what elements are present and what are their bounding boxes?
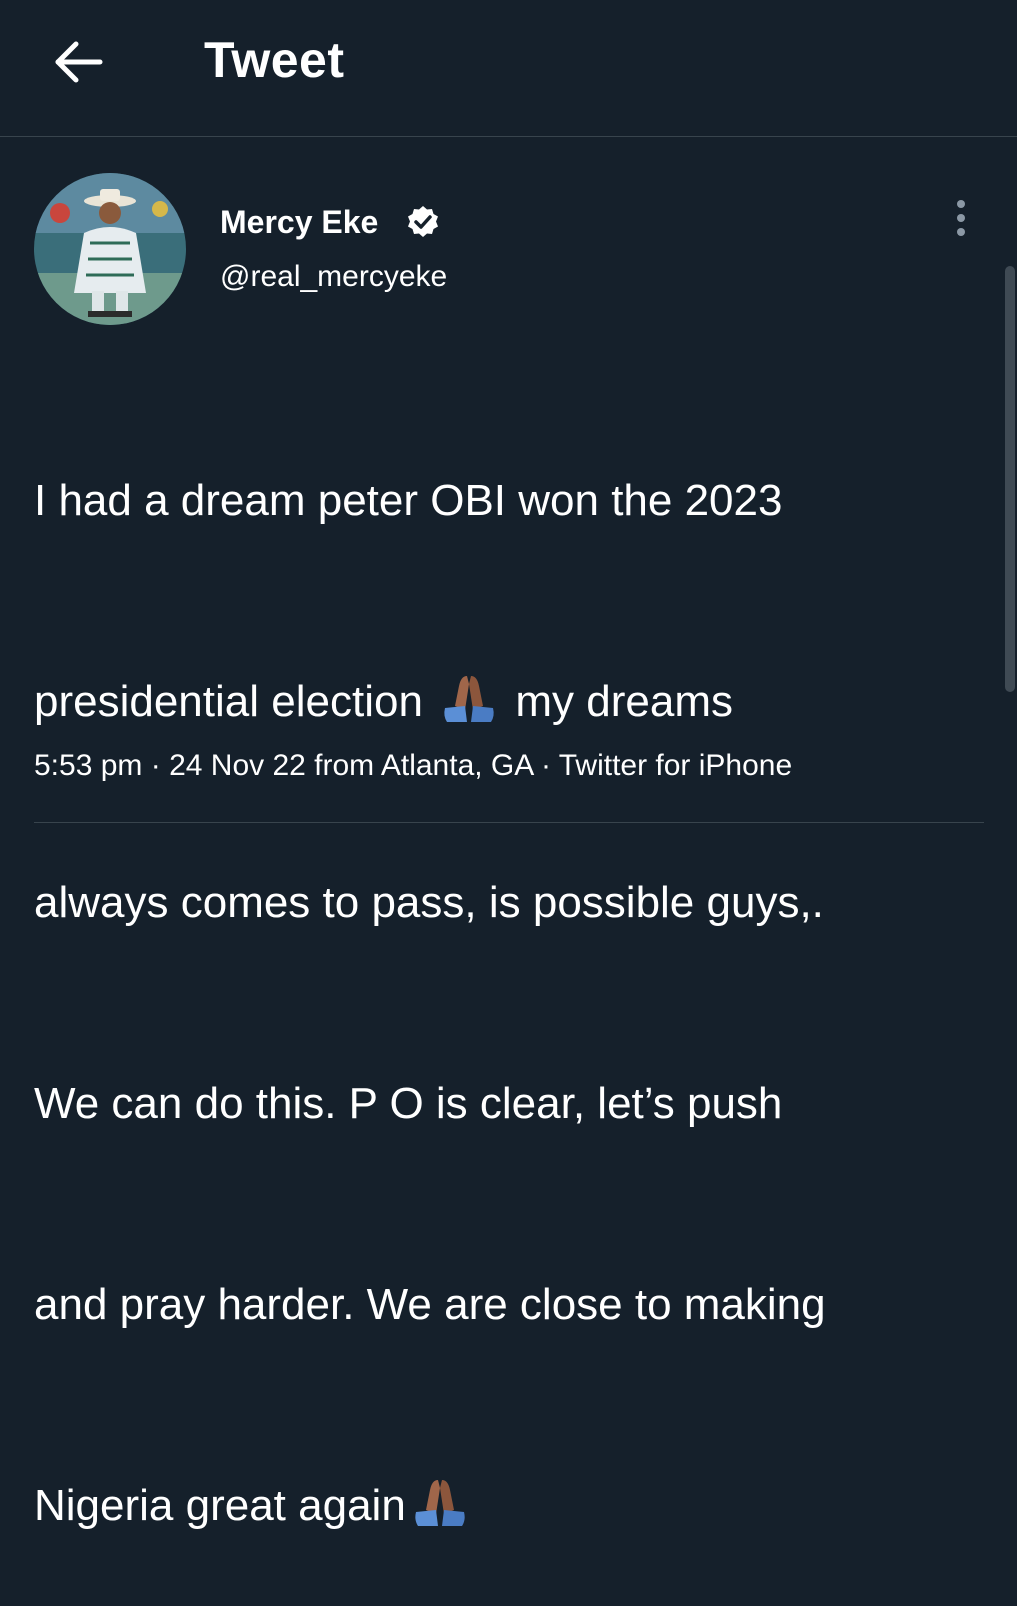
tweet-line: presidential election my dreams (34, 668, 994, 735)
tweet-text: I had a dream peter OBI won the 2023 pre… (34, 333, 994, 1606)
more-vertical-icon[interactable] (944, 196, 978, 240)
scrollbar[interactable] (1005, 266, 1017, 692)
avatar[interactable] (34, 173, 186, 325)
folded-hands-emoji-icon (444, 676, 494, 722)
scrollbar-thumb[interactable] (1005, 266, 1015, 692)
tweet-time[interactable]: 5:53 pm (34, 749, 142, 782)
tweet-meta: 5:53 pm · 24 Nov 22 from Atlanta, GA · T… (34, 744, 792, 788)
tweet-line: I had a dream peter OBI won the 2023 (34, 476, 783, 525)
tweet-line-part: my dreams (515, 677, 733, 726)
tweet-line: and pray harder. We are close to making (34, 1280, 826, 1329)
folded-hands-emoji-icon (415, 1480, 465, 1526)
top-bar: Tweet (0, 0, 1017, 137)
tweet-client[interactable]: Twitter for iPhone (559, 749, 792, 782)
avatar-photo (34, 173, 186, 325)
meta-separator: · (142, 749, 170, 782)
tweet-line-part: Nigeria great again (34, 1481, 406, 1530)
tweet-line: Nigeria great again (34, 1472, 994, 1539)
author-handle[interactable]: @real_mercyeke (220, 256, 447, 298)
divider (34, 822, 984, 823)
tweet-line-part: presidential election (34, 677, 423, 726)
back-button[interactable] (48, 32, 108, 92)
meta-separator: · (532, 749, 559, 782)
tweet-line: We can do this. P O is clear, let’s push (34, 1079, 783, 1128)
tweet-line: always comes to pass, is possible guys,. (34, 878, 824, 927)
page-title: Tweet (204, 32, 345, 88)
tweet-date-location[interactable]: 24 Nov 22 from Atlanta, GA (169, 749, 533, 782)
arrow-left-icon (55, 41, 103, 83)
verified-badge-icon (408, 206, 438, 237)
author-display-name[interactable]: Mercy Eke (220, 200, 378, 244)
